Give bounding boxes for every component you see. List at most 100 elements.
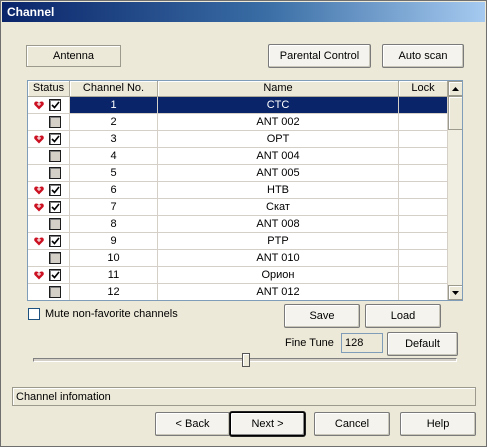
channel-name-cell[interactable]: OPT	[158, 131, 399, 148]
favorite-heart-icon[interactable]	[33, 134, 44, 145]
channel-name-cell[interactable]: ANT 004	[158, 148, 399, 165]
channel-enable-checkbox[interactable]	[49, 286, 61, 298]
channel-number-cell[interactable]: 12	[70, 284, 158, 300]
channel-number-cell[interactable]: 2	[70, 114, 158, 131]
table-row[interactable]: 3 OPT	[28, 131, 448, 148]
status-cell[interactable]	[28, 233, 70, 250]
channel-number-cell[interactable]: 4	[70, 148, 158, 165]
favorite-empty-slot[interactable]	[33, 253, 44, 264]
channel-number-cell[interactable]: 1	[70, 97, 158, 114]
help-button[interactable]: Help	[400, 412, 476, 436]
table-row[interactable]: 7 Скат	[28, 199, 448, 216]
table-row[interactable]: 9 PTP	[28, 233, 448, 250]
favorite-empty-slot[interactable]	[33, 151, 44, 162]
favorite-empty-slot[interactable]	[33, 219, 44, 230]
channel-lock-cell[interactable]	[399, 284, 448, 300]
channel-name-cell[interactable]: Орион	[158, 267, 399, 284]
status-cell[interactable]	[28, 148, 70, 165]
channel-enable-checkbox[interactable]	[49, 218, 61, 230]
status-cell[interactable]	[28, 97, 70, 114]
favorite-heart-icon[interactable]	[33, 270, 44, 281]
favorite-heart-icon[interactable]	[33, 100, 44, 111]
channel-name-cell[interactable]: CTC	[158, 97, 399, 114]
table-row[interactable]: 5 ANT 005	[28, 165, 448, 182]
channel-enable-checkbox[interactable]	[49, 235, 61, 247]
channel-name-cell[interactable]: ANT 005	[158, 165, 399, 182]
channel-number-cell[interactable]: 9	[70, 233, 158, 250]
channel-number-cell[interactable]: 11	[70, 267, 158, 284]
fine-tune-slider-thumb[interactable]	[242, 353, 250, 367]
channel-number-cell[interactable]: 7	[70, 199, 158, 216]
table-row[interactable]: 8 ANT 008	[28, 216, 448, 233]
channel-lock-cell[interactable]	[399, 165, 448, 182]
scroll-up-arrow-icon[interactable]	[448, 81, 462, 96]
favorite-empty-slot[interactable]	[33, 287, 44, 298]
channel-number-cell[interactable]: 3	[70, 131, 158, 148]
back-button[interactable]: < Back	[155, 412, 230, 436]
channel-lock-cell[interactable]	[399, 114, 448, 131]
channel-lock-cell[interactable]	[399, 199, 448, 216]
column-header-name[interactable]: Name	[158, 81, 399, 97]
table-row[interactable]: 4 ANT 004	[28, 148, 448, 165]
auto-scan-button[interactable]: Auto scan	[382, 44, 464, 68]
favorite-heart-icon[interactable]	[33, 185, 44, 196]
channel-enable-checkbox[interactable]	[49, 184, 61, 196]
channel-lock-cell[interactable]	[399, 233, 448, 250]
channel-lock-cell[interactable]	[399, 131, 448, 148]
channel-lock-cell[interactable]	[399, 148, 448, 165]
channel-number-cell[interactable]: 8	[70, 216, 158, 233]
status-cell[interactable]	[28, 114, 70, 131]
table-row[interactable]: 2 ANT 002	[28, 114, 448, 131]
table-row[interactable]: 6 HTB	[28, 182, 448, 199]
status-cell[interactable]	[28, 182, 70, 199]
favorite-heart-icon[interactable]	[33, 236, 44, 247]
status-cell[interactable]	[28, 131, 70, 148]
channel-name-cell[interactable]: HTB	[158, 182, 399, 199]
channel-enable-checkbox[interactable]	[49, 269, 61, 281]
status-cell[interactable]	[28, 165, 70, 182]
favorite-heart-icon[interactable]	[33, 202, 44, 213]
channel-name-cell[interactable]: PTP	[158, 233, 399, 250]
channel-lock-cell[interactable]	[399, 267, 448, 284]
table-row[interactable]: 1 CTC	[28, 97, 448, 114]
status-cell[interactable]	[28, 250, 70, 267]
favorite-empty-slot[interactable]	[33, 117, 44, 128]
load-button[interactable]: Load	[365, 304, 441, 328]
channel-lock-cell[interactable]	[399, 182, 448, 199]
mute-checkbox-box[interactable]	[28, 308, 40, 320]
channel-enable-checkbox[interactable]	[49, 201, 61, 213]
scroll-down-arrow-icon[interactable]	[448, 285, 462, 300]
channel-number-cell[interactable]: 10	[70, 250, 158, 267]
channel-enable-checkbox[interactable]	[49, 133, 61, 145]
channel-name-cell[interactable]: ANT 010	[158, 250, 399, 267]
channel-number-cell[interactable]: 5	[70, 165, 158, 182]
table-row[interactable]: 11 Орион	[28, 267, 448, 284]
channel-name-cell[interactable]: ANT 012	[158, 284, 399, 300]
channel-enable-checkbox[interactable]	[49, 252, 61, 264]
vertical-scrollbar[interactable]	[448, 81, 462, 300]
channel-lock-cell[interactable]	[399, 250, 448, 267]
status-cell[interactable]	[28, 216, 70, 233]
status-cell[interactable]	[28, 267, 70, 284]
channel-enable-checkbox[interactable]	[49, 150, 61, 162]
table-row[interactable]: 10 ANT 010	[28, 250, 448, 267]
save-button[interactable]: Save	[284, 304, 360, 328]
channel-enable-checkbox[interactable]	[49, 99, 61, 111]
column-header-lock[interactable]: Lock	[399, 81, 448, 97]
next-button[interactable]: Next >	[230, 412, 305, 436]
status-cell[interactable]	[28, 199, 70, 216]
favorite-empty-slot[interactable]	[33, 168, 44, 179]
channel-name-cell[interactable]: ANT 008	[158, 216, 399, 233]
mute-non-favorite-checkbox[interactable]: Mute non-favorite channels	[28, 308, 178, 320]
cancel-button[interactable]: Cancel	[314, 412, 390, 436]
channel-lock-cell[interactable]	[399, 216, 448, 233]
parental-control-button[interactable]: Parental Control	[268, 44, 371, 68]
channel-enable-checkbox[interactable]	[49, 167, 61, 179]
default-button[interactable]: Default	[387, 332, 458, 356]
channel-name-cell[interactable]: ANT 002	[158, 114, 399, 131]
channel-name-cell[interactable]: Скат	[158, 199, 399, 216]
status-cell[interactable]	[28, 284, 70, 300]
column-header-status[interactable]: Status	[28, 81, 70, 97]
scrollbar-thumb[interactable]	[448, 96, 462, 130]
channel-lock-cell[interactable]	[399, 97, 448, 114]
